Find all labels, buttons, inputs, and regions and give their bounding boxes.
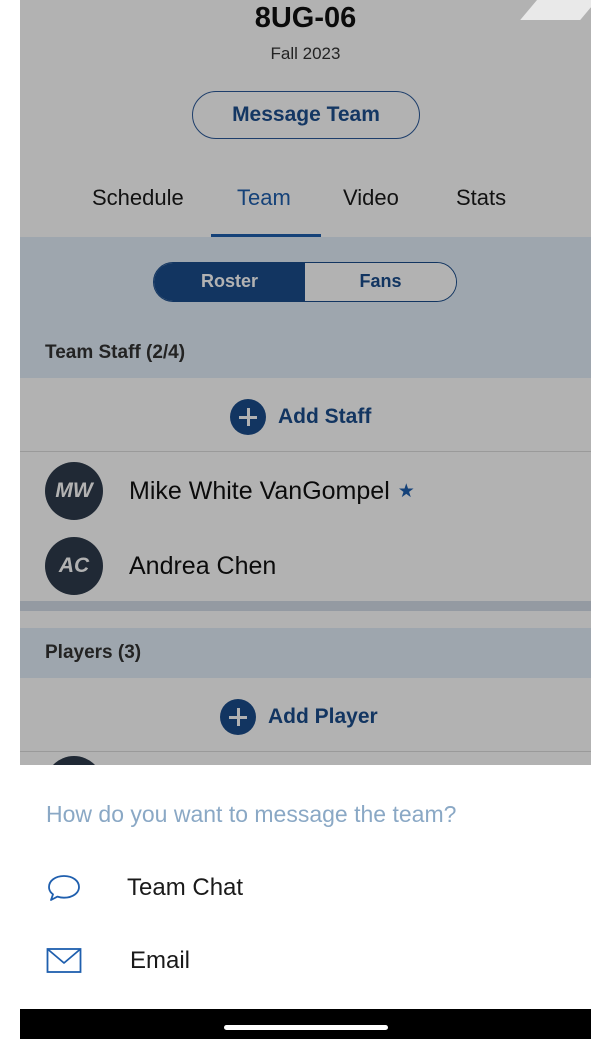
team-chat-option[interactable]: Team Chat	[20, 860, 591, 916]
email-option[interactable]: Email	[20, 933, 591, 989]
app-frame: 8UG-06 Fall 2023 Message Team Schedule T…	[20, 0, 591, 1039]
modal-scrim[interactable]	[20, 0, 591, 765]
sheet-prompt: How do you want to message the team?	[46, 801, 457, 827]
envelope-icon	[46, 948, 82, 973]
chat-bubble-icon	[48, 875, 80, 901]
team-chat-label: Team Chat	[127, 874, 244, 901]
system-nav-bar	[20, 1009, 591, 1039]
home-indicator[interactable]	[224, 1025, 388, 1030]
email-label: Email	[130, 947, 191, 974]
message-options-sheet: How do you want to message the team? Tea…	[20, 765, 591, 1009]
